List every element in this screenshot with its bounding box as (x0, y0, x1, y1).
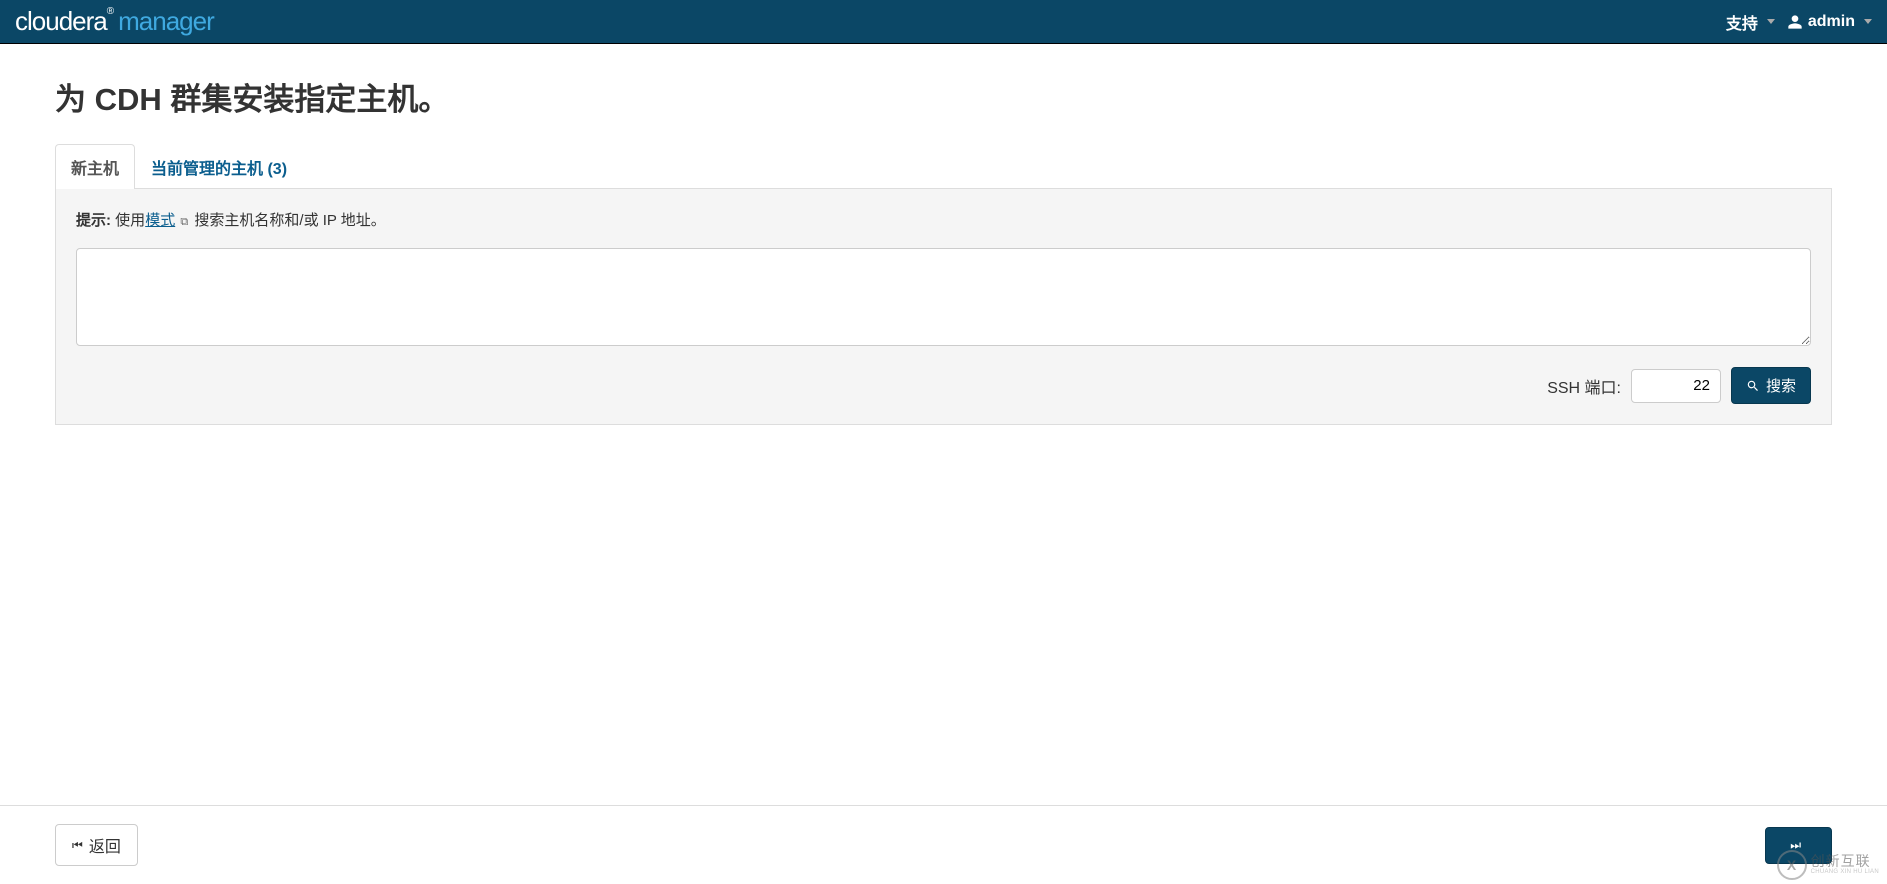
user-menu[interactable]: admin (1787, 13, 1872, 31)
page-title: 为 CDH 群集安装指定主机。 (55, 74, 1832, 119)
ssh-port-input[interactable] (1631, 369, 1721, 403)
tab-panel: 提示: 使用模式 ⧉ 搜索主机名称和/或 IP 地址。 SSH 端口: 搜索 (55, 189, 1832, 425)
search-button[interactable]: 搜索 (1731, 367, 1811, 404)
hosts-textarea[interactable] (76, 248, 1811, 346)
chevron-down-icon (1767, 19, 1775, 24)
hint-row: 提示: 使用模式 ⧉ 搜索主机名称和/或 IP 地址。 (76, 209, 1811, 230)
brand[interactable]: cloudera® manager (15, 6, 214, 37)
hint-label: 提示: (76, 212, 111, 229)
navbar: cloudera® manager 支持 admin (0, 0, 1887, 44)
step-back-icon: ⏮ (72, 838, 83, 853)
user-label: admin (1808, 13, 1855, 31)
back-button-label: 返回 (89, 833, 121, 857)
ssh-row: SSH 端口: 搜索 (76, 367, 1811, 404)
next-button[interactable]: ⏭ (1765, 827, 1832, 864)
support-menu[interactable]: 支持 (1726, 10, 1775, 34)
back-button[interactable]: ⏮ 返回 (55, 824, 138, 866)
content: 为 CDH 群集安装指定主机。 新主机 当前管理的主机 (3) 提示: 使用模式… (0, 44, 1887, 525)
footer-bar: ⏮ 返回 ⏭ (0, 805, 1887, 884)
hint-use: 使用 (115, 212, 145, 229)
hint-tail: 搜索主机名称和/或 IP 地址。 (194, 212, 385, 229)
brand-manager: manager (118, 6, 214, 37)
user-icon (1787, 14, 1803, 30)
external-link-icon: ⧉ (180, 216, 188, 229)
pattern-link[interactable]: 模式 (145, 212, 175, 229)
brand-cloudera: cloudera® (15, 6, 113, 37)
tab-managed-hosts[interactable]: 当前管理的主机 (3) (135, 144, 303, 189)
search-icon (1746, 379, 1760, 393)
chevron-down-icon (1864, 19, 1872, 24)
tab-new-hosts[interactable]: 新主机 (55, 144, 135, 189)
step-forward-icon: ⏭ (1790, 838, 1801, 853)
ssh-port-label: SSH 端口: (1547, 374, 1621, 398)
tabs: 新主机 当前管理的主机 (3) (55, 144, 1832, 189)
navbar-right: 支持 admin (1726, 10, 1872, 34)
support-label: 支持 (1726, 10, 1758, 34)
search-button-label: 搜索 (1766, 375, 1796, 396)
